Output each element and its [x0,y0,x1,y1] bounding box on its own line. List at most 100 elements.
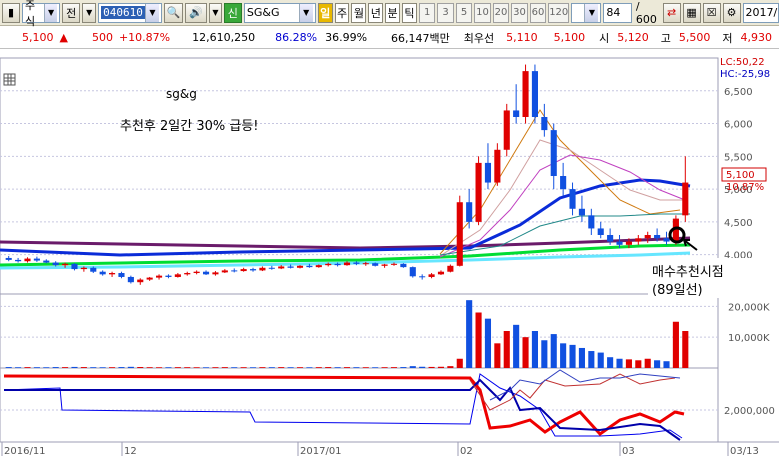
volume-bar [644,358,651,368]
volume-bar [146,367,153,368]
candle-body [165,275,172,277]
candle-body [343,262,351,266]
date-tick-label: 03 [622,446,635,456]
interval-10[interactable]: 10 [474,2,491,23]
volume-bar [109,367,116,368]
candle-body [531,71,538,117]
volume-bar [268,367,275,368]
prev-arrow-icon[interactable]: ▼ [82,2,97,23]
candle-body [353,262,360,264]
volume-tick-label: 10,000K [728,333,770,344]
volume-bar [315,367,322,368]
interval-120[interactable]: 120 [548,2,570,23]
chevron-down-icon[interactable]: ▼ [43,3,58,22]
volume-bar [15,367,22,368]
speaker-chevron-icon[interactable]: ▼ [208,2,222,23]
period-month[interactable]: 월 [351,2,367,23]
volume-bar [456,358,463,368]
volume-bar [372,367,379,368]
interval-30[interactable]: 30 [511,2,528,23]
candle-body [447,265,454,272]
open-value: 5,120 [617,31,649,44]
volume-bar [71,366,78,368]
candle-body [278,266,285,269]
indicator-axis: 2,000,000 [724,406,775,417]
chevron-down-icon[interactable]: ▼ [144,3,159,22]
candle-body [15,259,22,262]
volume-bar [381,367,388,368]
volume-bar [43,367,50,368]
interval-5[interactable]: 5 [455,2,473,23]
date-tick-label: 2016/11 [4,446,46,456]
interval-1[interactable]: 1 [418,2,436,23]
volume-bar [127,366,134,368]
speaker-icon[interactable]: 🔊 [184,2,207,23]
volume-bar [334,367,341,368]
stock-chart[interactable]: 6,5006,0005,5005,0004,5004,000 20,000K10… [0,50,779,456]
candle-body [635,238,642,242]
volume-bar [569,344,576,368]
gear-icon[interactable]: ⚙ [722,2,741,23]
period-year[interactable]: 년 [368,2,384,23]
candle-body [607,235,614,242]
chevron-down-icon[interactable]: ▼ [584,3,599,22]
candle-body [484,162,492,183]
period-tick[interactable]: 틱 [402,2,417,23]
close-box-icon[interactable]: ☒ [702,2,721,23]
indicator-tick-label: 2,000,000 [724,406,775,417]
buy-point-label-2: (89일선) [652,283,703,298]
count-total: / 600 [635,0,657,26]
stock-name-field[interactable]: SG&G ▼ [243,2,316,23]
date-value: 2017/0 [745,6,779,19]
volume-bar [118,367,125,368]
chevron-down-icon[interactable]: ▼ [298,3,313,22]
ratio1-value: 86.28% [275,31,318,44]
date-axis: 2016/11 12 2017/01 02 03 03/13 [1,442,759,456]
candle-body [109,273,116,275]
volume-bar [419,366,426,368]
search-icon[interactable]: 🔍 [163,2,183,23]
hc-value: HC:-25,98 [720,69,770,80]
volume-bar [672,321,679,368]
volume-bar [249,367,257,368]
candle-body [249,269,257,271]
candle-body [682,182,689,216]
lc-value: LC:50,22 [720,57,765,68]
period-day[interactable]: 일 [317,2,333,23]
candle-body [616,241,623,245]
volume-value: 12,610,250 [192,31,256,44]
period-week[interactable]: 주 [334,2,350,23]
volume-bar [588,351,595,368]
interval-20[interactable]: 20 [492,2,510,23]
volume-bar [221,367,228,368]
volume-bar [390,367,398,368]
candle-body [90,267,97,272]
date-field[interactable]: 2017/0 [742,2,779,23]
app-menu-icon[interactable]: ▮ [2,2,20,23]
prev-button[interactable]: 전 [62,2,81,23]
period-minute[interactable]: 분 [385,2,401,23]
volume-bar [616,358,623,368]
high-label: 고 [660,31,671,45]
interval-3[interactable]: 3 [437,2,454,23]
market-type-select[interactable]: 주식 ▼ [22,0,61,28]
candle-body [127,276,134,283]
price-tick-label: 6,500 [724,87,753,98]
chart-grid-icon[interactable] [3,73,16,86]
candle-body [99,271,106,275]
stock-code-field[interactable]: 040610 ▼ [98,2,162,23]
candle-body [569,189,576,209]
volume-bar [663,361,670,368]
interval-60[interactable]: 60 [529,2,547,23]
arrows-icon[interactable]: ⇄ [662,2,681,23]
candle-body [268,267,275,269]
volume-bar [362,367,369,368]
candle-body [456,202,463,266]
candle-body [513,110,520,117]
count-input[interactable]: 84 [603,2,632,23]
volume-bar [174,367,181,368]
image-icon[interactable]: ▦ [682,2,701,23]
candle-body [334,263,341,266]
interval-input[interactable]: ▼ [571,2,602,23]
candle-body [315,265,322,268]
